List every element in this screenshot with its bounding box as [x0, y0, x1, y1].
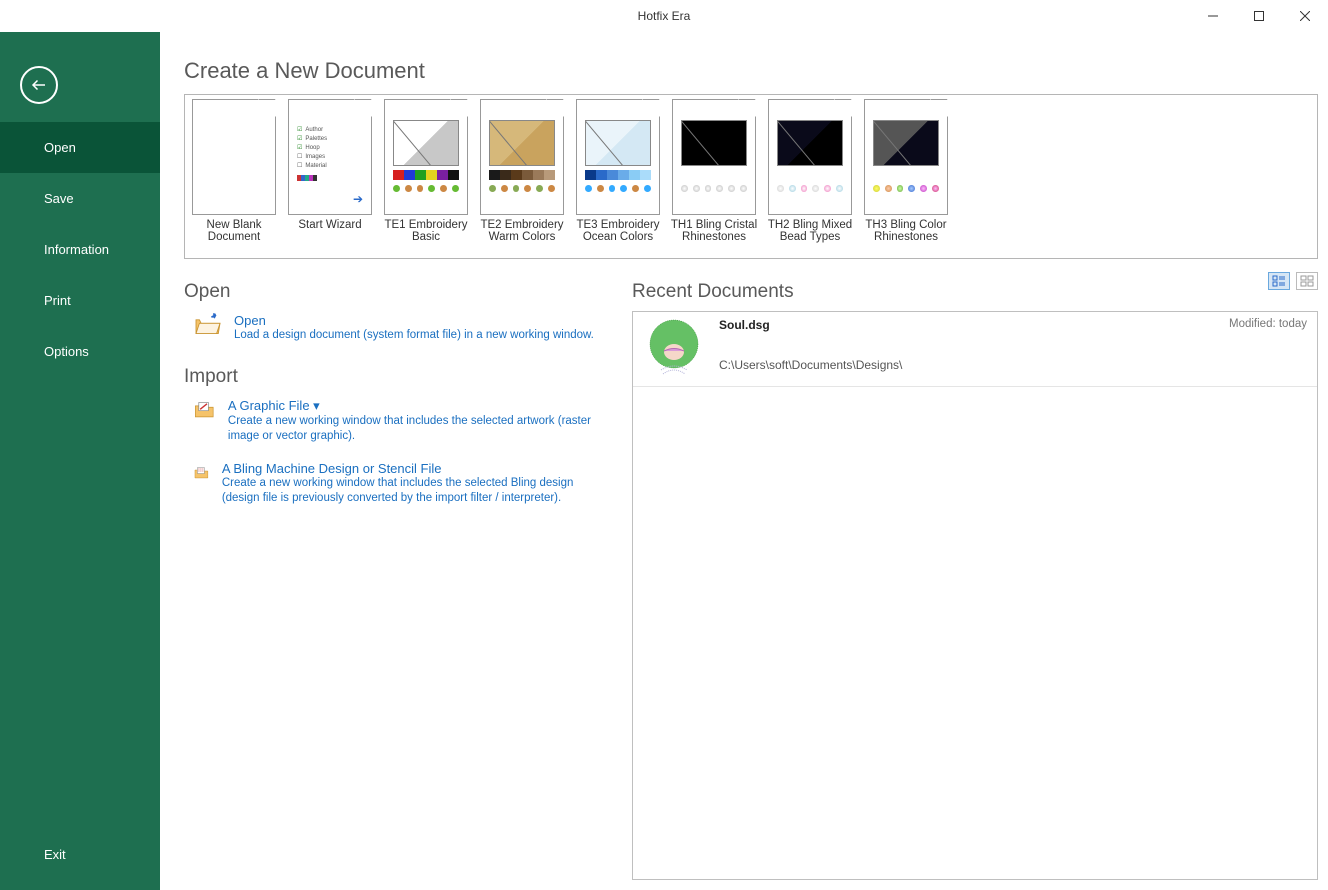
template-te2[interactable]: TE2 Embroidery Warm Colors — [477, 99, 567, 254]
window-title: Hotfix Era — [638, 9, 691, 23]
template-label: TH1 Bling Cristal Rhinestones — [669, 219, 759, 243]
template-new-blank[interactable]: New Blank Document — [189, 99, 279, 254]
sidebar-menu: Open Save Information Print Options — [0, 122, 160, 377]
template-label: TE1 Embroidery Basic — [381, 219, 471, 243]
close-button[interactable] — [1282, 0, 1328, 32]
backstage-sidebar: Open Save Information Print Options Exit — [0, 32, 160, 890]
recent-list: Soul.dsg Modified: today C:\Users\soft\D… — [632, 311, 1318, 880]
import-graphic-action[interactable]: A Graphic File ▾ Create a new working wi… — [194, 398, 614, 445]
template-th3[interactable]: TH3 Bling Color Rhinestones — [861, 99, 951, 254]
maximize-button[interactable] — [1236, 0, 1282, 32]
recent-heading: Recent Documents — [632, 281, 794, 303]
back-button[interactable] — [20, 66, 58, 104]
open-link[interactable]: Open — [234, 313, 594, 328]
template-label: TH2 Bling Mixed Bead Types — [765, 219, 855, 243]
view-list-button[interactable] — [1268, 272, 1290, 290]
recent-item[interactable]: Soul.dsg Modified: today C:\Users\soft\D… — [633, 312, 1317, 387]
open-desc: Load a design document (system format fi… — [234, 328, 594, 344]
import-bling-desc: Create a new working window that include… — [222, 476, 614, 507]
sidebar-item-information[interactable]: Information — [0, 224, 160, 275]
template-th1[interactable]: TH1 Bling Cristal Rhinestones — [669, 99, 759, 254]
minimize-button[interactable] — [1190, 0, 1236, 32]
folder-open-icon — [194, 313, 222, 337]
template-start-wizard[interactable]: ☑Author ☑Palettes ☑Hoop ☐Images ☐Materia… — [285, 99, 375, 254]
template-te3[interactable]: TE3 Embroidery Ocean Colors — [573, 99, 663, 254]
template-label: Start Wizard — [285, 219, 375, 231]
template-th2[interactable]: TH2 Bling Mixed Bead Types — [765, 99, 855, 254]
import-bling-action[interactable]: A Bling Machine Design or Stencil File C… — [194, 461, 614, 507]
title-bar: Hotfix Era — [0, 0, 1328, 32]
folder-bling-icon — [194, 461, 210, 485]
view-grid-button[interactable] — [1296, 272, 1318, 290]
template-te1[interactable]: TE1 Embroidery Basic — [381, 99, 471, 254]
content-area: Create a New Document New Blank Document… — [160, 32, 1328, 890]
sidebar-item-options[interactable]: Options — [0, 326, 160, 377]
recent-item-modified: Modified: today — [1229, 318, 1307, 330]
sidebar-item-save[interactable]: Save — [0, 173, 160, 224]
import-graphic-desc: Create a new working window that include… — [228, 414, 614, 445]
recent-item-path: C:\Users\soft\Documents\Designs\ — [719, 358, 1311, 372]
folder-graphic-icon — [194, 398, 216, 422]
open-heading: Open — [184, 281, 614, 303]
sidebar-item-exit[interactable]: Exit — [0, 829, 160, 880]
sidebar-item-print[interactable]: Print — [0, 275, 160, 326]
templates-row: New Blank Document ☑Author ☑Palettes ☑Ho… — [184, 94, 1318, 259]
window-controls — [1190, 0, 1328, 32]
template-label: TE3 Embroidery Ocean Colors — [573, 219, 663, 243]
template-label: TH3 Bling Color Rhinestones — [861, 219, 951, 243]
recent-thumbnail — [639, 318, 709, 380]
open-action[interactable]: Open Load a design document (system form… — [194, 313, 614, 344]
template-label: New Blank Document — [189, 219, 279, 243]
recent-item-name: Soul.dsg — [719, 318, 1311, 332]
import-heading: Import — [184, 366, 614, 388]
sidebar-item-open[interactable]: Open — [0, 122, 160, 173]
view-toggles — [1268, 272, 1318, 290]
create-heading: Create a New Document — [184, 58, 1318, 84]
template-label: TE2 Embroidery Warm Colors — [477, 219, 567, 243]
import-graphic-link[interactable]: A Graphic File ▾ — [228, 398, 614, 414]
import-bling-link[interactable]: A Bling Machine Design or Stencil File — [222, 461, 614, 476]
